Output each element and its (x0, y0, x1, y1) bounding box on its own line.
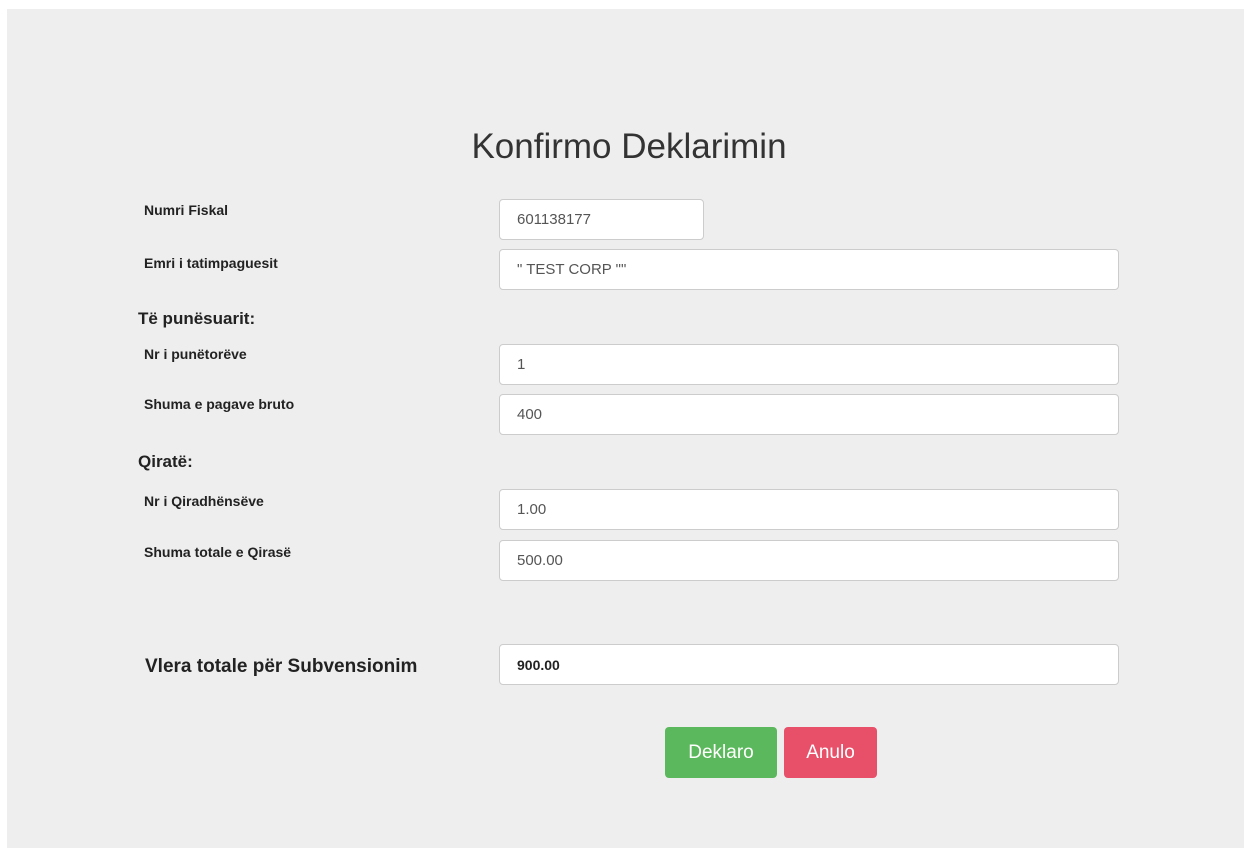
fiscal-number-label: Numri Fiskal (144, 202, 229, 218)
taxpayer-name-field[interactable] (499, 249, 1119, 290)
subsidy-total-field[interactable] (499, 644, 1119, 685)
rent-section-title: Qiratë: (138, 452, 193, 471)
employees-section-title: Të punësuarit: (138, 309, 256, 328)
declare-button[interactable]: Deklaro (665, 727, 777, 778)
form-panel: Konfirmo Deklarimin Numri Fiskal Emri i … (7, 9, 1244, 848)
rent-total-label: Shuma totale e Qirasë (144, 544, 292, 560)
employee-count-label: Nr i punëtorëve (144, 346, 247, 362)
landlords-count-field[interactable] (499, 489, 1119, 530)
gross-salary-field[interactable] (499, 394, 1119, 435)
taxpayer-name-label: Emri i tatimpaguesit (144, 255, 278, 271)
gross-salary-label: Shuma e pagave bruto (144, 396, 295, 412)
rent-total-field[interactable] (499, 540, 1119, 581)
landlords-count-label: Nr i Qiradhënsëve (144, 493, 264, 509)
page-title: Konfirmo Deklarimin (471, 127, 787, 166)
cancel-button[interactable]: Anulo (784, 727, 877, 778)
subsidy-total-label: Vlera totale për Subvensionim (145, 656, 418, 677)
employee-count-field[interactable] (499, 344, 1119, 385)
fiscal-number-field[interactable] (499, 199, 704, 240)
